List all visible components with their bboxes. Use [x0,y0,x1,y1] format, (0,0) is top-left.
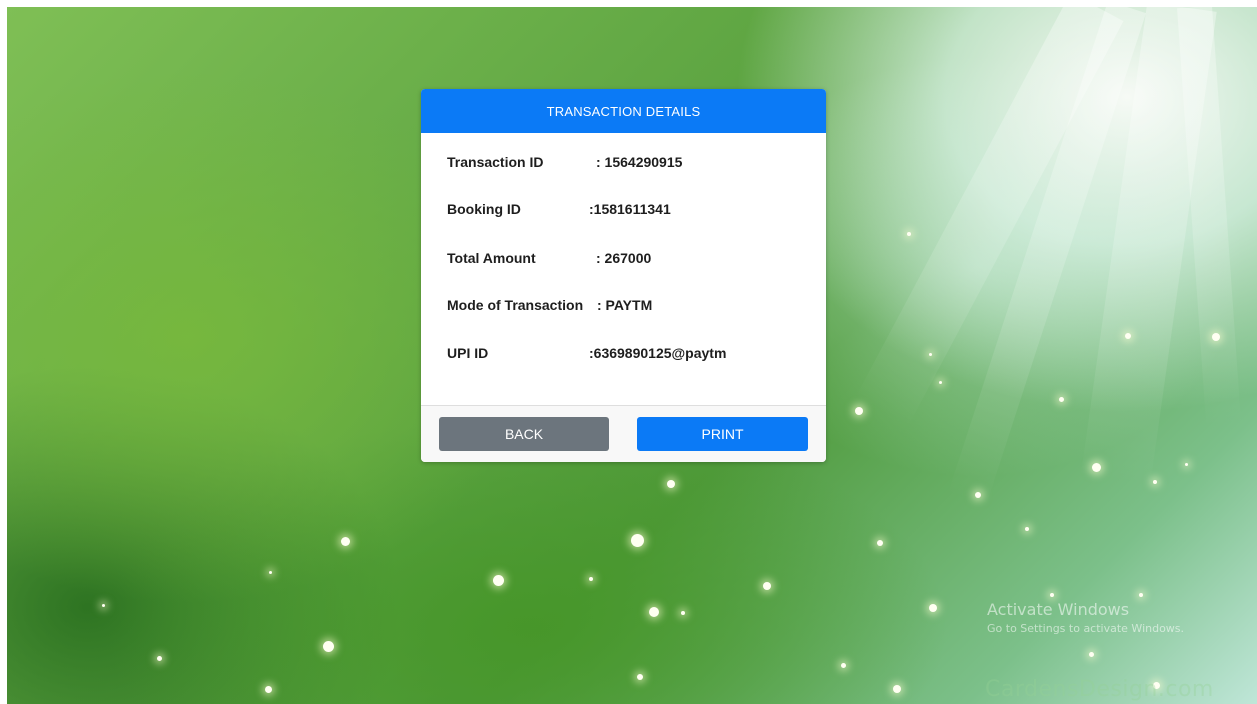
bokeh-dot [637,674,643,680]
bokeh-dot [1139,593,1143,597]
detail-value: :1581611341 [589,201,671,217]
bokeh-dot [877,540,883,546]
light-ray [947,7,1147,508]
bokeh-dot [667,480,675,488]
light-ray [1177,7,1242,428]
activate-windows-watermark: Activate Windows Go to Settings to activ… [987,600,1184,635]
card-header: TRANSACTION DETAILS [421,89,826,133]
bokeh-dot [631,534,644,547]
bokeh-dot [975,492,981,498]
detail-label: Mode of Transaction [447,297,584,313]
bokeh-dot [929,604,937,612]
bokeh-dot [939,381,942,384]
bokeh-dot [907,232,911,236]
bokeh-dot [157,656,162,661]
bokeh-dot [855,407,863,415]
bokeh-dot [649,607,659,617]
detail-value: : PAYTM [597,297,653,313]
background-brand-text: CardensDesign.com [985,677,1214,702]
card-title: TRANSACTION DETAILS [546,103,701,119]
detail-label: Transaction ID [447,154,544,170]
bokeh-dot [929,353,932,356]
bokeh-dot [1050,593,1054,597]
detail-label: Booking ID [447,201,521,217]
bokeh-dot [1153,480,1157,484]
bokeh-dot [269,571,272,574]
bokeh-dot [265,686,272,693]
detail-label: Total Amount [447,250,536,266]
bokeh-dot [341,537,350,546]
bokeh-dot [763,582,771,590]
detail-value: :6369890125@paytm [589,345,727,361]
transaction-details-card: TRANSACTION DETAILS Transaction ID : 156… [421,89,826,462]
watermark-title: Activate Windows [987,600,1130,619]
bokeh-dot [102,604,105,607]
bokeh-dot [1185,463,1188,466]
bokeh-dot [1025,527,1029,531]
detail-label: UPI ID [447,345,489,361]
bokeh-dot [1092,463,1101,472]
detail-value: : 1564290915 [596,154,683,170]
watermark-subtitle: Go to Settings to activate Windows. [987,622,1185,635]
detail-value: : 267000 [596,250,652,266]
bokeh-dot [1059,397,1064,402]
bokeh-dot [323,641,334,652]
light-ray [1080,7,1217,488]
back-button[interactable]: BACK [439,417,609,451]
bokeh-dot [1089,652,1094,657]
card-body: Transaction ID : 1564290915 Booking ID :… [421,133,826,405]
bokeh-dot [841,663,846,668]
bokeh-dot [681,611,685,615]
bokeh-dot [493,575,504,586]
print-button[interactable]: PRINT [637,417,808,451]
bokeh-dot [589,577,593,581]
light-ray [854,7,1124,428]
bokeh-dot [1125,333,1131,339]
bokeh-dot [1212,333,1220,341]
bokeh-dot [893,685,901,693]
card-footer: BACK PRINT [421,405,826,462]
